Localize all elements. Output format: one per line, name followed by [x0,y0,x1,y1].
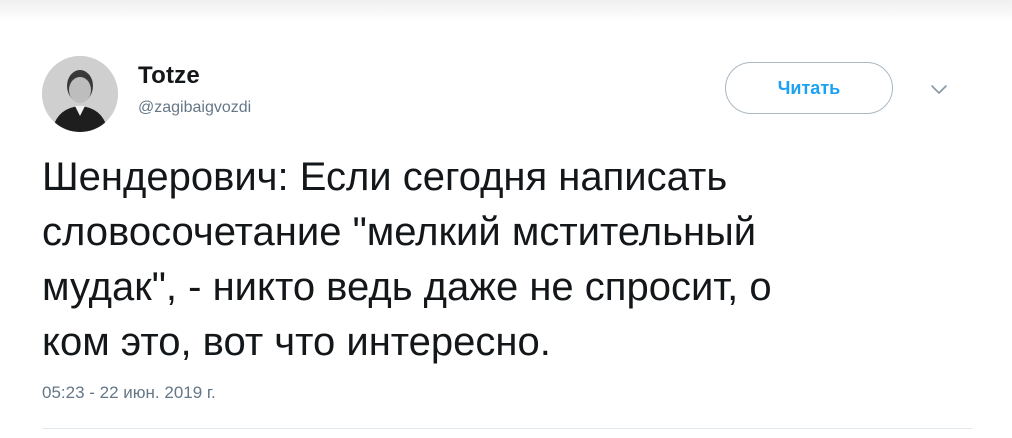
author-handle[interactable]: @zagibaigvozdi [138,99,251,117]
chevron-down-icon[interactable] [929,82,949,98]
user-photo-icon [42,56,118,132]
author-display-name[interactable]: Totze [138,62,251,90]
author-block: Totze @zagibaigvozdi [138,62,251,117]
tweet-card: Totze @zagibaigvozdi Читать Шендерович: … [0,0,1012,438]
follow-button[interactable]: Читать [725,62,893,114]
avatar[interactable] [42,56,118,132]
divider [42,428,972,429]
tweet-timestamp[interactable]: 05:23 - 22 июн. 2019 г. [42,383,216,403]
tweet-text: Шендерович: Если сегодня написать словос… [42,155,772,364]
